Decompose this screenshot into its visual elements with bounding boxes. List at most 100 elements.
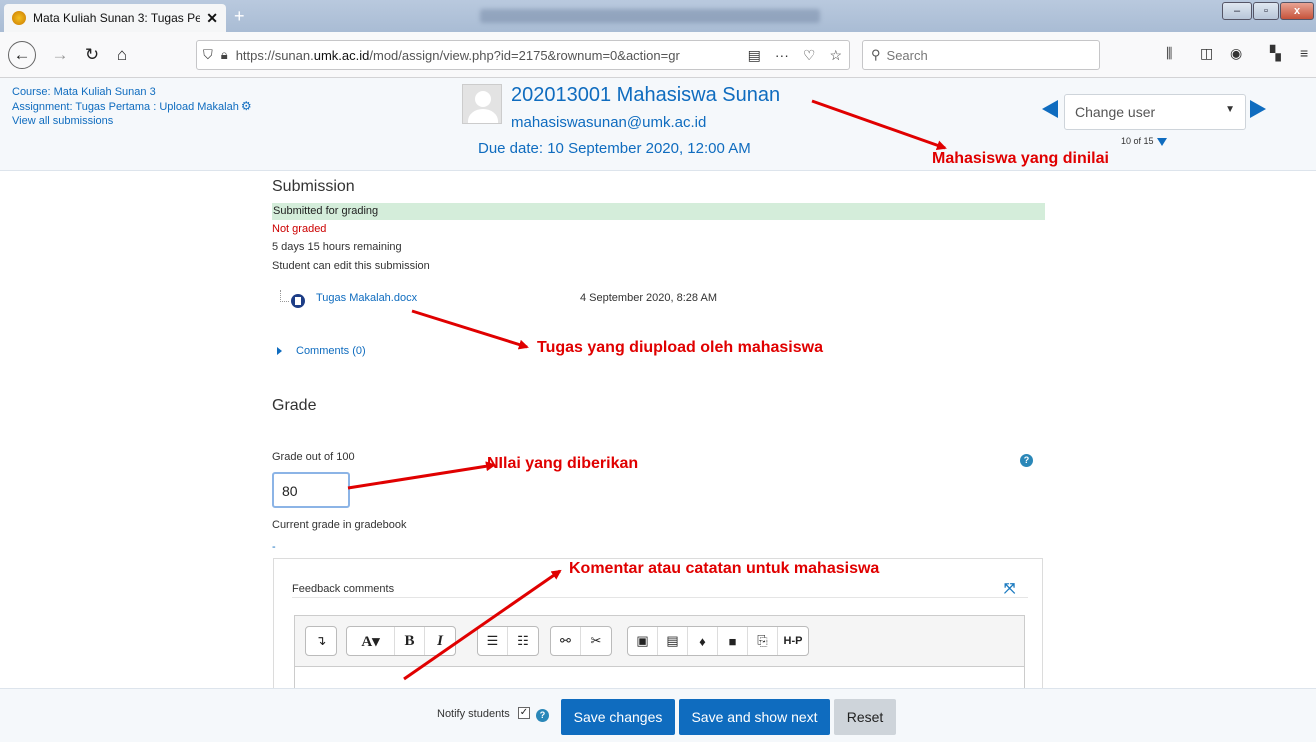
chevron-down-icon: ▼ <box>1225 104 1235 115</box>
reload-icon[interactable]: ↻ <box>78 41 106 69</box>
tab-title: Mata Kuliah Sunan 3: Tugas Pe <box>33 11 201 25</box>
bold-icon[interactable]: B <box>395 627 425 655</box>
time-remaining: 5 days 15 hours remaining <box>272 241 402 253</box>
shield-icon[interactable]: ⛉ <box>203 47 213 63</box>
notify-students-label: Notify students <box>437 708 510 720</box>
annotation-grade: NIlai yang diberikan <box>487 455 639 472</box>
star-icon[interactable]: ☆ <box>829 47 842 64</box>
record-video-icon[interactable]: ■ <box>718 627 748 655</box>
url-text[interactable]: https://sunan.umk.ac.id/mod/assign/view.… <box>236 48 741 63</box>
arrow-to-file <box>411 309 529 350</box>
toolbar-group-links: ⚯ ✂ <box>550 626 612 656</box>
annotation-student: Mahasiswa yang dinilai <box>932 150 1109 167</box>
search-placeholder: Search <box>886 47 928 63</box>
notify-students-checkbox[interactable]: ✓ <box>518 707 530 719</box>
expand-triangle-icon[interactable] <box>277 347 282 355</box>
moodle-favicon-icon <box>12 11 26 25</box>
view-all-submissions-link[interactable]: View all submissions <box>12 114 252 128</box>
current-grade-value: - <box>272 541 276 553</box>
toolbar-group-collapse: ↴ <box>305 626 337 656</box>
save-changes-button[interactable]: Save changes <box>561 699 675 735</box>
student-email: mahasiswasunan@umk.ac.id <box>511 114 707 131</box>
editor-toolbar: ↴ A▾ B I ☰ ☷ ⚯ ✂ ▣ ▤ ♦ ■ ⎘ H-P <box>294 615 1025 667</box>
course-link[interactable]: Course: Mata Kuliah Sunan 3 <box>12 85 252 99</box>
grade-heading: Grade <box>272 397 317 414</box>
window-title-blurred <box>480 9 820 23</box>
image-icon[interactable]: ▣ <box>628 627 658 655</box>
assignment-link[interactable]: Assignment: Tugas Pertama : Upload Makal… <box>12 101 239 113</box>
sidebar-icon[interactable]: ◫ <box>1200 45 1213 62</box>
edit-status: Student can edit this submission <box>272 260 430 272</box>
filter-icon[interactable] <box>1156 137 1167 146</box>
account-icon[interactable]: ◉ <box>1230 45 1242 62</box>
notify-help-icon[interactable]: ? <box>536 709 549 722</box>
fullscreen-expand-icon[interactable]: ⤧ <box>1004 580 1015 597</box>
submitted-file-link[interactable]: Tugas Makalah.docx <box>316 292 417 304</box>
grading-status: Not graded <box>272 223 327 235</box>
grading-footer: Notify students ✓ ? Save changes Save an… <box>0 688 1316 742</box>
lock-icon[interactable]: 🔒︎ <box>221 47 228 63</box>
grading-header: Course: Mata Kuliah Sunan 3 Assignment: … <box>0 78 1316 171</box>
breadcrumb: Course: Mata Kuliah Sunan 3 Assignment: … <box>12 85 252 128</box>
feedback-comments-panel: Feedback comments ⤧ ↴ A▾ B I ☰ ☷ ⚯ ✂ ▣ ▤ <box>273 558 1043 706</box>
extensions-icon[interactable]: ▚ <box>1270 45 1281 62</box>
pocket-icon[interactable]: ♡ <box>803 47 816 64</box>
unordered-list-icon[interactable]: ☰ <box>478 627 508 655</box>
italic-icon[interactable]: I <box>425 627 455 655</box>
tree-connector <box>280 290 289 302</box>
student-name[interactable]: 202013001 Mahasiswa Sunan <box>511 84 780 107</box>
url-bar[interactable]: ⛉ 🔒︎ https://sunan.umk.ac.id/mod/assign/… <box>196 40 850 70</box>
previous-user-arrow-icon[interactable] <box>1042 100 1058 118</box>
minimize-button[interactable]: – <box>1222 2 1252 20</box>
avatar <box>462 84 502 124</box>
current-grade-label: Current grade in gradebook <box>272 519 407 531</box>
back-icon[interactable]: ← <box>8 41 36 69</box>
h5p-icon[interactable]: H-P <box>778 627 808 655</box>
browser-titlebar: Mata Kuliah Sunan 3: Tugas Pe ✕ + – ▫ x <box>0 0 1316 32</box>
divider <box>292 597 1028 598</box>
more-icon[interactable]: ··· <box>775 47 789 63</box>
library-icon[interactable]: ⫼ <box>1166 45 1172 62</box>
search-input[interactable]: ⚲ Search <box>862 40 1100 70</box>
arrow-to-grade-input <box>347 461 496 490</box>
toolbar-group-lists: ☰ ☷ <box>477 626 539 656</box>
submitted-file-date: 4 September 2020, 8:28 AM <box>580 292 717 304</box>
docx-file-icon <box>291 294 305 308</box>
home-icon[interactable]: ⌂ <box>108 41 136 69</box>
unlink-icon[interactable]: ✂ <box>581 627 611 655</box>
ordered-list-icon[interactable]: ☷ <box>508 627 538 655</box>
comments-toggle[interactable]: Comments (0) <box>296 345 366 357</box>
toolbar-group-media: ▣ ▤ ♦ ■ ⎘ H-P <box>627 626 809 656</box>
reader-icon[interactable]: ▤ <box>748 47 761 64</box>
browser-tab[interactable]: Mata Kuliah Sunan 3: Tugas Pe ✕ <box>4 4 226 32</box>
next-user-arrow-icon[interactable] <box>1250 100 1266 118</box>
change-user-label: Change user <box>1075 104 1156 120</box>
record-audio-icon[interactable]: ♦ <box>688 627 718 655</box>
toolbar-group-style: A▾ B I <box>346 626 456 656</box>
forward-icon[interactable]: → <box>46 41 74 69</box>
grade-label: Grade out of 100 <box>272 451 355 463</box>
paragraph-style-icon[interactable]: A▾ <box>347 627 395 655</box>
search-icon: ⚲ <box>871 47 881 62</box>
save-and-show-next-button[interactable]: Save and show next <box>679 699 830 735</box>
reset-button[interactable]: Reset <box>834 699 896 735</box>
submission-heading: Submission <box>272 178 355 195</box>
grade-input[interactable]: 80 <box>272 472 350 508</box>
help-icon[interactable]: ? <box>1020 454 1033 467</box>
manage-files-icon[interactable]: ⎘ <box>748 627 778 655</box>
menu-icon[interactable]: ≡ <box>1300 45 1308 61</box>
browser-navbar: ← → ↻ ⌂ ⛉ 🔒︎ https://sunan.umk.ac.id/mod… <box>0 32 1316 78</box>
gear-icon[interactable]: ⚙ <box>241 99 252 113</box>
collapse-toolbar-icon[interactable]: ↴ <box>306 627 336 655</box>
user-counter: 10 of 15 <box>1121 136 1167 146</box>
annotation-comment: Komentar atau catatan untuk mahasiswa <box>569 560 880 577</box>
media-icon[interactable]: ▤ <box>658 627 688 655</box>
annotation-upload: Tugas yang diupload oleh mahasiswa <box>537 339 823 356</box>
link-icon[interactable]: ⚯ <box>551 627 581 655</box>
feedback-comments-label: Feedback comments <box>292 583 395 595</box>
tab-close-icon[interactable]: ✕ <box>206 10 218 27</box>
change-user-select[interactable]: Change user ▼ <box>1064 94 1246 130</box>
new-tab-button[interactable]: + <box>234 6 245 27</box>
close-window-button[interactable]: x <box>1280 2 1314 20</box>
maximize-button[interactable]: ▫ <box>1253 2 1279 20</box>
